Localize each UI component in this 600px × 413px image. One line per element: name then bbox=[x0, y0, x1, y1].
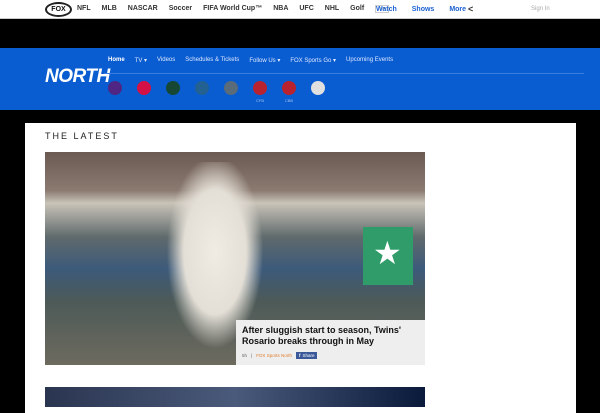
region-nav: Home TV ▾ Videos Schedules & Tickets Follow … bbox=[108, 57, 393, 64]
top-link[interactable]: Shows bbox=[412, 6, 435, 13]
facebook-icon: f bbox=[298, 353, 301, 358]
facebook-share-button[interactable]: f Share bbox=[295, 352, 318, 359]
region-nav-item[interactable]: TV ▾ bbox=[135, 57, 147, 64]
region-nav-item[interactable]: Schedules & Tickets bbox=[185, 57, 239, 64]
nav-item[interactable]: UFC bbox=[299, 5, 313, 13]
nav-item[interactable]: NASCAR bbox=[128, 5, 158, 13]
vikings-logo-icon bbox=[108, 81, 122, 95]
team-twins[interactable] bbox=[137, 81, 151, 103]
team-label: CFB bbox=[256, 98, 264, 103]
team-logos: CFB CBB bbox=[108, 81, 325, 103]
team-gophers-cfb[interactable]: CFB bbox=[253, 81, 267, 103]
story-headline[interactable]: After sluggish start to season, Twins' R… bbox=[242, 325, 419, 347]
top-link[interactable]: More bbox=[449, 6, 466, 13]
story-age: 5h bbox=[242, 353, 248, 358]
nav-item[interactable]: Golf bbox=[350, 5, 364, 13]
wild-logo-icon bbox=[166, 81, 180, 95]
meta-separator: | bbox=[251, 353, 253, 358]
region-nav-item[interactable]: Upcoming Events bbox=[346, 57, 393, 64]
nav-item[interactable]: FIFA World Cup™ bbox=[203, 5, 262, 13]
team-gophers-cbb[interactable]: CBB bbox=[282, 81, 296, 103]
nav-item[interactable]: MLB bbox=[102, 5, 117, 13]
gophers-cfb-logo-icon bbox=[253, 81, 267, 95]
region-nav-item[interactable]: Follow Us ▾ bbox=[249, 57, 280, 64]
section-title: THE LATEST bbox=[45, 131, 119, 141]
lynx-logo-icon bbox=[224, 81, 238, 95]
timberwolves-logo-icon bbox=[195, 81, 209, 95]
sport-nav: NFL MLB NASCAR Soccer FIFA World Cup™ NBA UFC N… bbox=[77, 5, 390, 13]
team-timberwolves[interactable] bbox=[195, 81, 209, 103]
share-label: Share bbox=[302, 353, 315, 358]
team-lynx[interactable] bbox=[224, 81, 238, 103]
sign-in-link[interactable]: Sign In bbox=[531, 6, 550, 12]
nav-item[interactable]: NFL bbox=[77, 5, 91, 13]
top-links: Watch Shows More bbox=[376, 6, 466, 13]
united-logo-icon bbox=[311, 81, 325, 95]
region-nav-item[interactable]: Home bbox=[108, 57, 125, 64]
team-vikings[interactable] bbox=[108, 81, 122, 103]
team-label: CBB bbox=[284, 98, 294, 103]
nav-item[interactable]: NHL bbox=[325, 5, 339, 13]
top-nav-bar: FOX NFL MLB NASCAR Soccer FIFA World Cup™ NBA… bbox=[0, 0, 600, 19]
nav-item[interactable]: Soccer bbox=[169, 5, 192, 13]
share-icon[interactable]: < bbox=[468, 4, 473, 14]
top-link[interactable]: Watch bbox=[376, 6, 397, 13]
story-source[interactable]: FOX Sports North bbox=[256, 353, 292, 358]
twins-logo-icon bbox=[137, 81, 151, 95]
nav-item[interactable]: NBA bbox=[273, 5, 288, 13]
region-nav-item[interactable]: Videos bbox=[157, 57, 175, 64]
star-logo: ★ bbox=[373, 235, 402, 271]
divider bbox=[104, 73, 584, 74]
region-nav-item[interactable]: FOX Sports Go ▾ bbox=[290, 57, 336, 64]
story-image-2[interactable] bbox=[45, 387, 425, 407]
fox-sports-logo[interactable]: FOX bbox=[45, 2, 72, 17]
team-united[interactable] bbox=[311, 81, 325, 103]
gophers-cbb-logo-icon bbox=[282, 81, 296, 95]
region-title[interactable]: NORTH bbox=[45, 66, 110, 88]
story-caption[interactable]: After sluggish start to season, Twins' R… bbox=[236, 320, 425, 365]
team-wild[interactable] bbox=[166, 81, 180, 103]
